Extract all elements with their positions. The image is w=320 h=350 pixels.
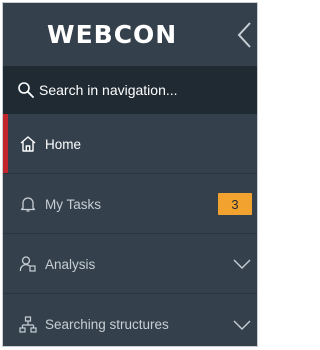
hierarchy-icon <box>19 316 37 333</box>
nav-item-searching-structures[interactable]: Searching structures <box>3 294 257 346</box>
chevron-left-icon <box>237 22 251 48</box>
chevron-down-icon <box>233 259 251 269</box>
bell-icon <box>20 197 36 212</box>
user-search-icon <box>19 256 36 272</box>
active-indicator <box>3 114 8 174</box>
search-placeholder: Search in navigation... <box>39 82 178 98</box>
search-icon <box>18 82 34 98</box>
search-input[interactable]: Search in navigation... <box>3 66 257 114</box>
navigation-panel: WEBCON Search in navigation... Home My T… <box>2 2 258 347</box>
task-count-badge: 3 <box>218 193 252 215</box>
chevron-down-icon <box>233 320 251 330</box>
nav-item-analysis[interactable]: Analysis <box>3 234 257 294</box>
collapse-navigation-button[interactable] <box>231 19 257 51</box>
nav-item-label: Analysis <box>45 256 96 272</box>
nav-item-my-tasks[interactable]: My Tasks 3 <box>3 174 257 234</box>
webcon-logo: WEBCON <box>47 20 178 49</box>
nav-item-label: My Tasks <box>45 196 102 212</box>
nav-item-home[interactable]: Home <box>3 114 257 174</box>
nav-item-label: Searching structures <box>45 316 169 332</box>
nav-item-label: Home <box>45 136 82 152</box>
home-icon <box>20 136 36 152</box>
header: WEBCON <box>3 3 257 65</box>
